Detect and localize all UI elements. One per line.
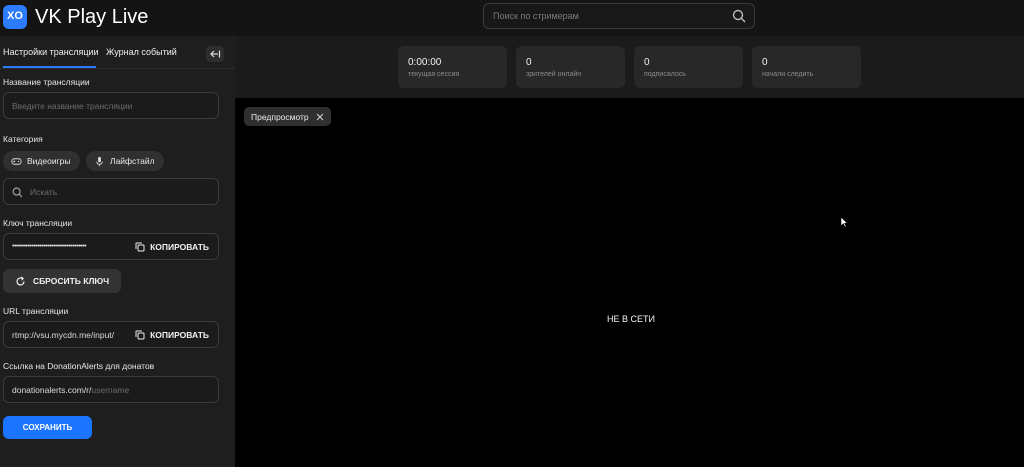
arrow-left-bar-icon (210, 50, 221, 58)
copy-key-button[interactable]: КОПИРОВАТЬ (135, 242, 209, 252)
stream-title-placeholder: Введите название трансляции (12, 101, 133, 111)
stat-subscribed: 0 подписалось (634, 46, 743, 88)
streamer-search[interactable] (483, 3, 755, 29)
stream-url-field[interactable]: rtmp://vsu.mycdn.me/input/ КОПИРОВАТЬ (3, 321, 219, 348)
stream-title-field[interactable]: Введите название трансляции (3, 92, 219, 119)
stream-key-field[interactable]: •••••••••••••••••••••••••••••••••••••• К… (3, 233, 219, 260)
stream-preview: Предпросмотр НЕ В СЕТИ (235, 98, 1024, 467)
category-label: Категория (3, 134, 43, 144)
stream-url-label: URL трансляции (3, 306, 69, 316)
stream-title-label: Название трансляции (3, 77, 90, 87)
copy-icon (135, 330, 145, 340)
streamer-search-input[interactable] (493, 8, 723, 24)
logo-glyph: XO (7, 10, 23, 22)
copy-icon (135, 242, 145, 252)
donation-link-text: donationalerts.com/r/username (12, 385, 129, 395)
donation-link-label: Ссылка на DonationAlerts для донатов (3, 361, 155, 371)
copy-url-label: КОПИРОВАТЬ (150, 330, 209, 340)
stat-value: 0 (644, 57, 650, 68)
stat-viewers-online: 0 зрителей онлайн (516, 46, 625, 88)
preview-tag-label: Предпросмотр (251, 111, 309, 122)
stat-value: 0 (526, 57, 532, 68)
reset-key-button[interactable]: СБРОСИТЬ КЛЮЧ (3, 269, 121, 293)
category-chip-games-label: Видеоигры (27, 156, 71, 166)
search-icon (12, 187, 23, 198)
offline-status: НЕ В СЕТИ (607, 314, 655, 324)
stat-caption: начали следить (762, 71, 814, 78)
reset-key-label: СБРОСИТЬ КЛЮЧ (32, 276, 110, 286)
copy-url-button[interactable]: КОПИРОВАТЬ (135, 330, 209, 340)
stat-followers: 0 начали следить (752, 46, 861, 88)
category-chip-lifestyle-label: Лайфстайл (110, 156, 155, 166)
stream-url-value: rtmp://vsu.mycdn.me/input/ (12, 330, 115, 340)
logo-icon[interactable]: XO (3, 5, 27, 29)
donation-link-placeholder: username (91, 385, 130, 395)
stat-caption: подписалось (644, 71, 686, 78)
stat-caption: зрителей онлайн (526, 71, 582, 78)
search-icon[interactable] (732, 9, 746, 23)
category-chip-games[interactable]: Видеоигры (3, 151, 80, 171)
stats-bar: 0:00:00 текущая сессия 0 зрителей онлайн… (235, 36, 1024, 98)
stat-value: 0:00:00 (408, 57, 442, 68)
app-name[interactable]: VK Play Live (35, 6, 148, 29)
donation-link-prefix: donationalerts.com/r/ (12, 385, 92, 395)
copy-key-label: КОПИРОВАТЬ (150, 242, 209, 252)
donation-link-field[interactable]: donationalerts.com/r/username (3, 376, 219, 403)
tabs-divider (0, 68, 235, 69)
top-bar: XO VK Play Live (0, 0, 1024, 36)
stat-value: 0 (762, 57, 768, 68)
stat-session-time: 0:00:00 текущая сессия (398, 46, 507, 88)
category-search-placeholder: Искать (30, 187, 58, 197)
tab-event-log[interactable]: Журнал событий (106, 47, 177, 57)
stat-caption: текущая сессия (408, 71, 460, 78)
stream-key-value: •••••••••••••••••••••••••••••••••••••• (12, 243, 87, 250)
tab-stream-settings[interactable]: Настройки трансляции (3, 47, 99, 57)
microphone-icon (96, 156, 103, 166)
category-chip-lifestyle[interactable]: Лайфстайл (86, 151, 164, 171)
save-button[interactable]: СОХРАНИТЬ (3, 416, 92, 439)
refresh-icon (16, 276, 25, 285)
gamepad-icon (11, 157, 22, 165)
close-icon[interactable] (316, 113, 324, 121)
preview-tag[interactable]: Предпросмотр (244, 107, 331, 126)
category-search-field[interactable]: Искать (3, 178, 219, 205)
mouse-cursor-icon (840, 216, 848, 228)
stream-settings-sidebar: Настройки трансляции Журнал событий Назв… (0, 36, 235, 467)
stream-key-label: Ключ трансляции (3, 218, 73, 228)
collapse-sidebar-button[interactable] (206, 46, 224, 62)
